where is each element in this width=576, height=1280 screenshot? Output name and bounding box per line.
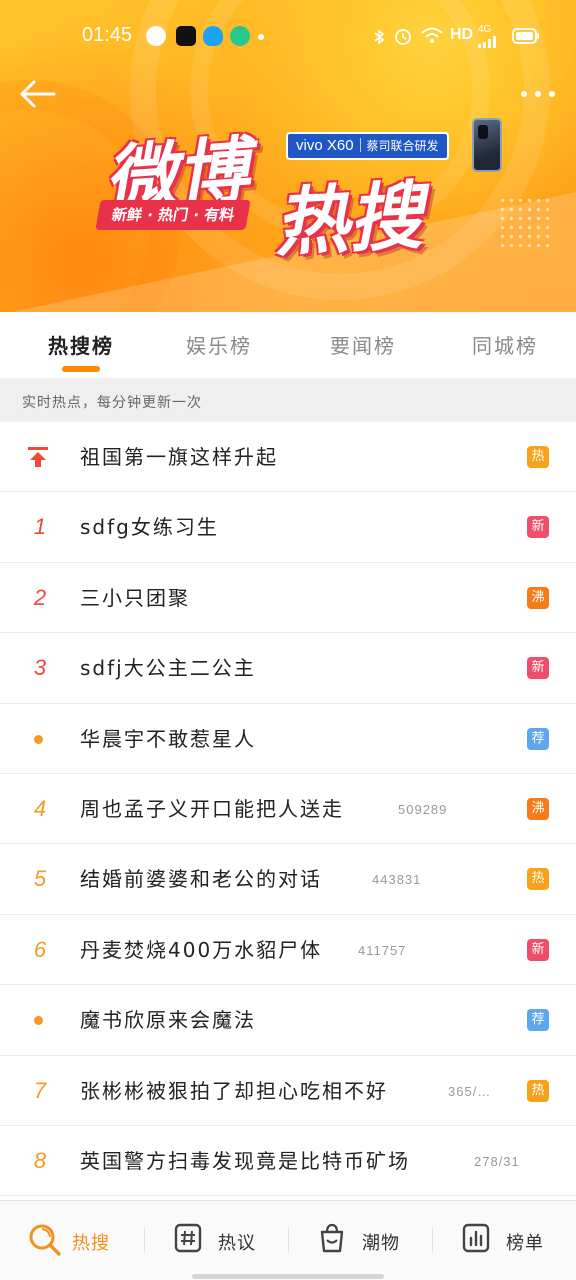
item-title: 祖国第一旗这样升起 <box>80 445 278 469</box>
tab-news[interactable]: 要闻榜 <box>330 330 396 359</box>
more-dots-icon <box>521 91 555 97</box>
bluetooth-icon <box>374 29 385 45</box>
list-item[interactable]: 4 周也孟子义开口能把人送走 509289 沸 <box>0 774 576 845</box>
back-button[interactable] <box>16 74 60 114</box>
tab-hot-search[interactable]: 热搜榜 <box>48 330 114 359</box>
item-rank: 6 <box>33 936 47 962</box>
list-item[interactable]: 1 sdfg女练习生 新 <box>0 492 576 563</box>
item-title: 魔书欣原来会魔法 <box>80 1008 256 1033</box>
qq-icon <box>203 26 223 46</box>
item-title: 英国警方扫毒发现竟是比特币矿场 <box>80 1148 410 1173</box>
item-count: 365/… <box>448 1083 492 1099</box>
list-item[interactable]: 3 sdfj大公主二公主 新 <box>0 633 576 704</box>
list-item[interactable]: 2 三小只团聚 沸 <box>0 563 576 634</box>
recommend-badge: 荐 <box>527 1009 549 1032</box>
hot-badge: 热 <box>527 868 549 891</box>
sponsor-tag: 蔡司联合研发 <box>366 139 439 153</box>
new-badge: 新 <box>527 657 549 680</box>
chart-icon <box>462 1223 490 1253</box>
alarm-icon <box>395 29 411 45</box>
header-banner: 01:45 HD 4G 微博 热搜 新鲜 · 热门 · 有料 vivo X60 … <box>0 0 576 312</box>
nav-divider <box>144 1227 145 1253</box>
boiling-badge: 沸 <box>527 797 549 820</box>
recommend-dot <box>34 734 43 744</box>
list-item[interactable]: 华晨宇不敢惹星人 荐 <box>0 704 576 774</box>
list-item[interactable]: 7 张彬彬被狠拍了却担心吃相不好 365/… 热 <box>0 1056 576 1126</box>
arrow-left-icon <box>20 80 56 108</box>
battery-icon <box>512 28 539 44</box>
home-indicator[interactable] <box>192 1274 384 1279</box>
item-rank: 5 <box>33 866 47 892</box>
recommend-dot <box>34 1016 43 1026</box>
nav-hot-search[interactable]: 热搜 <box>28 1223 138 1259</box>
signal-icon <box>478 36 496 48</box>
hot-badge: 热 <box>527 446 549 468</box>
list-item[interactable]: 6 丹麦焚烧400万水貂尸体 411757 新 <box>0 915 576 986</box>
signal-type: 4G <box>478 24 492 35</box>
app-icon <box>176 26 196 46</box>
item-rank: 4 <box>33 795 47 821</box>
item-title: 丹麦焚烧400万水貂尸体 <box>80 937 323 962</box>
item-count: 411757 <box>358 942 407 958</box>
item-rank: 8 <box>33 1147 47 1173</box>
item-rank: 7 <box>33 1077 47 1103</box>
browser-app-icon <box>146 26 166 46</box>
logo-tagline: 新鲜 · 热门 · 有料 <box>95 200 251 230</box>
item-title: sdfg女练习生 <box>80 515 219 540</box>
nav-label: 潮物 <box>362 1233 400 1254</box>
item-rank: 2 <box>33 584 47 610</box>
list-item[interactable]: 祖国第一旗这样升起 热 <box>0 422 576 493</box>
message-app-icon <box>230 26 250 46</box>
update-info-text: 实时热点，每分钟更新一次 <box>22 395 202 411</box>
status-time: 01:45 <box>82 24 133 46</box>
notification-dot <box>258 34 264 40</box>
nav-discussion[interactable]: 热议 <box>174 1223 284 1259</box>
nav-divider <box>288 1227 289 1253</box>
pin-top-icon <box>28 447 48 467</box>
item-title: sdfj大公主二公主 <box>80 656 256 681</box>
weibo-hot-search-logo: 微博 热搜 新鲜 · 热门 · 有料 vivo X60 蔡司联合研发 <box>95 116 516 267</box>
nav-label: 热议 <box>218 1233 256 1254</box>
wifi-icon <box>421 27 443 44</box>
recommend-badge: 荐 <box>527 727 549 750</box>
hashtag-icon <box>174 1223 202 1253</box>
item-title: 三小只团聚 <box>80 585 190 610</box>
item-rank: 3 <box>33 655 47 681</box>
logo-text-secondary: 热搜 <box>272 173 425 267</box>
bag-icon <box>320 1223 344 1253</box>
boiling-badge: 沸 <box>527 586 549 609</box>
sponsor-brand: vivo X60 <box>296 137 354 154</box>
list-item[interactable]: 5 结婚前婆婆和老公的对话 443831 热 <box>0 844 576 915</box>
list-item[interactable]: 8 英国警方扫毒发现竟是比特币矿场 278/31 <box>0 1126 576 1197</box>
sponsor-badge: vivo X60 蔡司联合研发 <box>286 132 449 160</box>
nav-label: 热搜 <box>72 1233 110 1254</box>
hot-search-list: 祖国第一旗这样升起 热 1 sdfg女练习生 新 2 三小只团聚 沸 3 sdf… <box>0 422 576 1197</box>
nav-divider <box>432 1227 433 1253</box>
tab-entertainment[interactable]: 娱乐榜 <box>186 330 252 359</box>
update-info-bar: 实时热点，每分钟更新一次 <box>0 378 576 422</box>
status-bar: 01:45 HD 4G <box>0 22 576 54</box>
phone-image <box>472 118 502 172</box>
new-badge: 新 <box>527 516 549 539</box>
tab-local[interactable]: 同城榜 <box>472 330 538 359</box>
item-count: 509289 <box>398 801 448 817</box>
item-count: 278/31 <box>474 1153 520 1169</box>
nav-label: 榜单 <box>506 1233 544 1254</box>
more-options-button[interactable] <box>518 84 558 104</box>
search-icon <box>29 1224 61 1256</box>
network-type: HD <box>450 26 474 43</box>
tab-indicator <box>62 366 100 372</box>
item-title: 华晨宇不敢惹星人 <box>80 726 256 751</box>
item-count: 443831 <box>372 872 422 888</box>
hot-badge: 热 <box>527 1079 549 1102</box>
nav-trends[interactable]: 潮物 <box>318 1223 428 1259</box>
item-title: 结婚前婆婆和老公的对话 <box>80 867 322 892</box>
item-rank: 1 <box>33 514 47 540</box>
new-badge: 新 <box>527 938 549 961</box>
nav-rankings[interactable]: 榜单 <box>462 1223 562 1259</box>
bottom-nav: 热搜 热议 潮物 榜单 <box>0 1200 576 1280</box>
item-title: 周也孟子义开口能把人送走 <box>80 796 344 821</box>
item-title: 张彬彬被狠拍了却担心吃相不好 <box>80 1078 388 1103</box>
list-item[interactable]: 魔书欣原来会魔法 荐 <box>0 985 576 1056</box>
